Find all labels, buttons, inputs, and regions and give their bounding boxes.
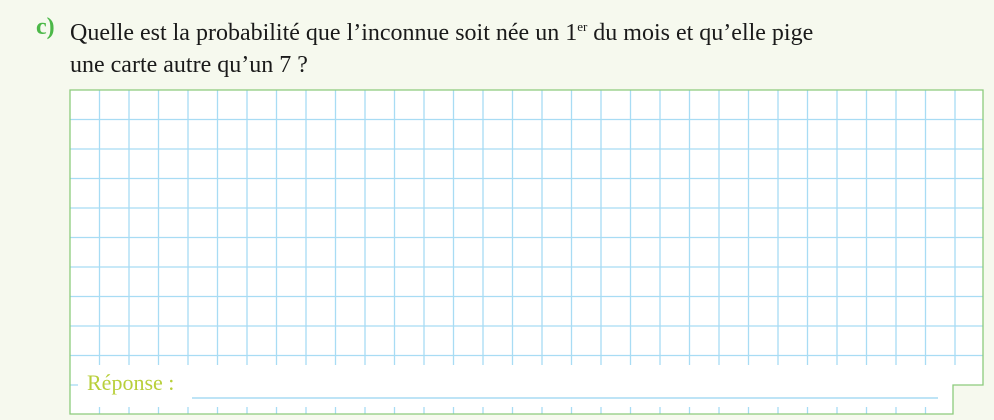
answer-label: Réponse :: [87, 370, 175, 395]
answer-grid[interactable]: [0, 0, 994, 420]
answer-input[interactable]: [192, 372, 938, 398]
grid-background: [70, 90, 983, 414]
